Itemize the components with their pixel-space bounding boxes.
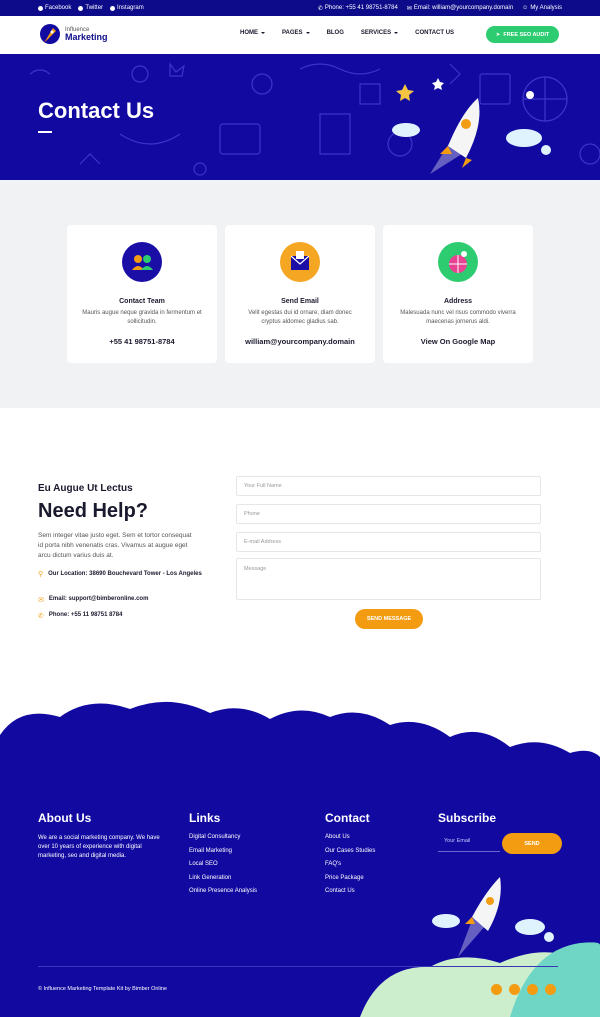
email-info: ✉ Email: support@bimberonline.com: [38, 596, 149, 604]
section-intro: Sem integer vitae justo eget. Sem et tor…: [38, 532, 192, 559]
team-icon: [122, 242, 162, 282]
card-description: Velit egestas dui id ornare, diam donec …: [248, 310, 352, 325]
facebook-icon[interactable]: [491, 984, 502, 995]
map-pin-icon: ⚲: [38, 571, 44, 578]
twitter-icon[interactable]: [509, 984, 520, 995]
footer-links: Links Digital Consultancy Email Marketin…: [189, 811, 257, 902]
phone-input[interactable]: Phone: [236, 504, 541, 524]
my-analysis-link[interactable]: ☺ My Analysis: [522, 5, 562, 12]
envelope-icon: [280, 242, 320, 282]
card-email-value[interactable]: william@yourcompany.domain: [225, 337, 375, 346]
main-nav: Influence Marketing HOME PAGES BLOG SERV…: [0, 16, 600, 54]
section-title: Need Help?: [38, 500, 149, 522]
mail-icon: ✉: [406, 5, 412, 12]
card-phone-value[interactable]: +55 41 98751-8784: [67, 337, 217, 346]
card-contact-team: Contact Team Mauris augue neque gravida …: [67, 225, 217, 363]
view-on-google-map-link[interactable]: View On Google Map: [383, 337, 533, 346]
card-send-email: Send Email Velit egestas dui id ornare, …: [225, 225, 375, 363]
footer-about-title: About Us: [38, 811, 92, 825]
twitter-link[interactable]: Twitter: [78, 5, 103, 11]
card-description: Mauris augue neque gravida in fermentum …: [82, 310, 202, 325]
top-email[interactable]: ✉ Email: william@yourcompany.domain: [407, 5, 513, 12]
rocket-icon: ➤: [495, 31, 501, 38]
footer-link[interactable]: Email Marketing: [189, 848, 257, 854]
footer-contact: Contact About Us Our Cases Studies FAQ's…: [325, 811, 375, 902]
nav-item-services[interactable]: SERVICES: [361, 30, 399, 36]
top-phone[interactable]: ✆ Phone: +55 41 98751-8784: [318, 5, 398, 12]
nav-menu: HOME PAGES BLOG SERVICES CONTACT US: [240, 30, 454, 36]
chevron-down-icon: [305, 32, 310, 34]
top-contact: ✆ Phone: +55 41 98751-8784 ✉ Email: willia…: [318, 5, 562, 12]
footer-link[interactable]: Digital Consultancy: [189, 834, 257, 840]
send-message-button[interactable]: SEND MESSAGE: [355, 609, 423, 629]
footer-contact-link[interactable]: About Us: [325, 834, 375, 840]
top-bar: Facebook Twitter Instagram ✆ Phone: +55 4…: [0, 0, 600, 16]
section-eyebrow: Eu Augue Ut Lectus: [38, 483, 133, 494]
free-seo-audit-button[interactable]: ➤ FREE SEO AUDIT: [486, 26, 559, 43]
chevron-down-icon: [261, 32, 265, 34]
logo-bottom-text: Marketing: [65, 31, 108, 42]
footer-link[interactable]: Local SEO: [189, 861, 257, 867]
full-name-input[interactable]: Your Full Name: [236, 476, 541, 496]
nav-item-home[interactable]: HOME: [240, 30, 265, 36]
nav-item-blog[interactable]: BLOG: [327, 30, 344, 36]
page-title: Contact Us: [38, 98, 155, 123]
chevron-down-icon: [394, 32, 399, 34]
user-icon: ☺: [522, 5, 529, 11]
site-footer: About Us We are a social marketing compa…: [0, 695, 600, 1017]
message-textarea[interactable]: Message: [236, 558, 541, 600]
mail-icon: ✉: [38, 597, 44, 604]
instagram-icon: [110, 5, 116, 11]
footer-subscribe-title: Subscribe: [438, 811, 497, 825]
location-info: ⚲ Our Location: 38690 Bouchevard Tower - …: [38, 570, 203, 581]
footer-subscribe: Subscribe: [438, 811, 496, 834]
email-input[interactable]: E-mail Address: [236, 532, 541, 552]
instagram-icon[interactable]: [527, 984, 538, 995]
card-title: Contact Team: [119, 298, 165, 305]
card-description: Malesuada nunc vel risus commodo viverra…: [400, 310, 516, 325]
footer-contact-link[interactable]: Price Package: [325, 875, 375, 881]
need-help-section: Eu Augue Ut Lectus Need Help? Sem intege…: [0, 408, 600, 698]
contact-cards-section: Contact Team Mauris augue neque gravida …: [0, 180, 600, 408]
card-title: Address: [443, 298, 472, 305]
footer-links-title: Links: [189, 811, 221, 825]
site-logo[interactable]: Influence Marketing: [38, 22, 108, 46]
title-underline: [38, 131, 52, 133]
footer-divider: [38, 966, 558, 967]
rocket-logo-icon: [40, 24, 60, 44]
instagram-link[interactable]: Instagram: [110, 5, 144, 11]
globe-pin-icon: [438, 242, 478, 282]
facebook-link[interactable]: Facebook: [38, 5, 71, 11]
nav-item-contact-us[interactable]: CONTACT US: [415, 30, 454, 36]
facebook-icon: [38, 5, 43, 11]
card-title: Send Email: [281, 298, 319, 305]
youtube-icon[interactable]: [545, 984, 556, 995]
subscribe-send-button[interactable]: SEND: [502, 833, 562, 854]
subscribe-email-input[interactable]: Your Email: [438, 832, 500, 852]
phone-icon: ✆: [317, 5, 323, 12]
footer-link[interactable]: Link Generation: [189, 875, 257, 881]
footer-about: About Us We are a social marketing compa…: [38, 811, 163, 861]
copyright-text: © Influence Marketing Template Kit by Bi…: [38, 986, 167, 992]
phone-info: ✆ Phone: +55 11 98751 8784: [38, 612, 123, 620]
footer-about-text: We are a social marketing company. We ha…: [38, 835, 160, 859]
footer-contact-title: Contact: [325, 811, 370, 825]
footer-contact-link[interactable]: Contact Us: [325, 888, 375, 894]
footer-contact-link[interactable]: Our Cases Studies: [325, 848, 375, 854]
twitter-icon: [78, 5, 84, 11]
card-address: Address Malesuada nunc vel risus commodo…: [383, 225, 533, 363]
footer-link[interactable]: Online Presence Analysis: [189, 888, 257, 894]
nav-item-pages[interactable]: PAGES: [282, 30, 310, 36]
page-hero: Contact Us: [0, 54, 600, 180]
phone-icon: ✆: [38, 613, 44, 620]
social-links: Facebook Twitter Instagram: [38, 5, 144, 11]
footer-contact-link[interactable]: FAQ's: [325, 861, 375, 867]
